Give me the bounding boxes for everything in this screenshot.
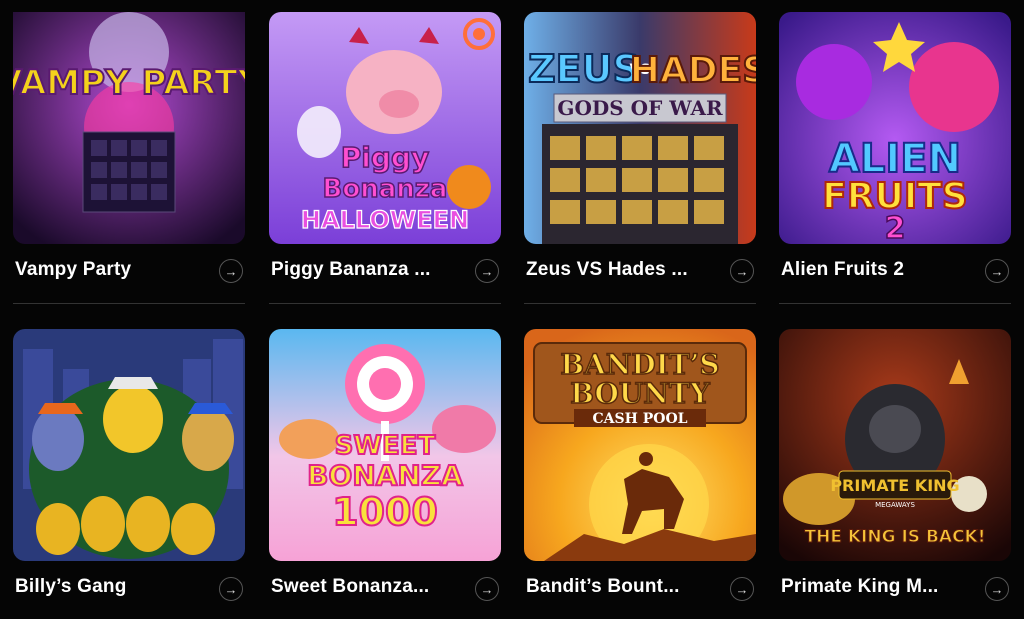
arrow-right-icon: →: [735, 581, 749, 597]
svg-text:MEGAWAYS: MEGAWAYS: [875, 501, 915, 509]
svg-text:Bonanza: Bonanza: [323, 174, 448, 204]
svg-text:2: 2: [885, 211, 906, 244]
svg-text:ZEUS: ZEUS: [528, 47, 640, 91]
open-game-button[interactable]: →: [475, 259, 499, 283]
svg-text:HALLOWEEN: HALLOWEEN: [301, 206, 469, 234]
arrow-right-icon: →: [990, 581, 1004, 597]
vampy-party-art[interactable]: VAMPY PARTY: [13, 12, 245, 244]
svg-text:CASH POOL: CASH POOL: [593, 411, 688, 427]
open-game-button[interactable]: →: [730, 577, 754, 601]
divider: [779, 303, 1011, 304]
svg-text:Piggy: Piggy: [341, 141, 429, 174]
bandits-bounty-art[interactable]: BANDIT’S BOUNTY CASH POOL: [524, 329, 756, 561]
svg-text:HADES: HADES: [630, 50, 756, 91]
divider: [524, 303, 756, 304]
game-title[interactable]: Alien Fruits 2: [781, 259, 904, 281]
game-grid: VAMPY PARTY Vampy Party → Piggy: [0, 0, 1024, 619]
open-game-button[interactable]: →: [985, 259, 1009, 283]
svg-text:1000: 1000: [332, 490, 438, 534]
billys-gang-art[interactable]: [13, 329, 245, 561]
svg-text:SWEET: SWEET: [335, 431, 436, 461]
arrow-right-icon: →: [735, 263, 749, 279]
game-title[interactable]: Piggy Bananza ...: [271, 259, 431, 281]
alien-fruits-art[interactable]: ALIEN FRUITS 2: [779, 12, 1011, 244]
game-title[interactable]: Zeus VS Hades ...: [526, 259, 688, 281]
arrow-right-icon: →: [480, 263, 494, 279]
arrow-right-icon: →: [224, 581, 238, 597]
open-game-button[interactable]: →: [475, 577, 499, 601]
arrow-right-icon: →: [224, 263, 238, 279]
sweet-bonanza-art[interactable]: SWEET BONANZA 1000: [269, 329, 501, 561]
svg-text:THE KING IS BACK!: THE KING IS BACK!: [805, 527, 986, 547]
arrow-right-icon: →: [480, 581, 494, 597]
divider: [269, 303, 501, 304]
open-game-button[interactable]: →: [730, 259, 754, 283]
game-title[interactable]: Sweet Bonanza...: [271, 576, 429, 598]
svg-text:GODS OF WAR: GODS OF WAR: [557, 96, 723, 120]
game-title[interactable]: Vampy Party: [15, 259, 131, 281]
arrow-right-icon: →: [990, 263, 1004, 279]
open-game-button[interactable]: →: [219, 577, 243, 601]
game-title[interactable]: Primate King M...: [781, 576, 939, 598]
primate-king-art[interactable]: PRIMATE KING MEGAWAYS THE KING IS BACK!: [779, 329, 1011, 561]
divider: [13, 303, 245, 304]
svg-text:VAMPY PARTY: VAMPY PARTY: [13, 63, 245, 103]
svg-text:BOUNTY: BOUNTY: [570, 377, 710, 410]
game-title[interactable]: Bandit’s Bount...: [526, 576, 680, 598]
zeus-vs-hades-art[interactable]: ZEUS VS HADES GODS OF WAR: [524, 12, 756, 244]
svg-text:BONANZA: BONANZA: [307, 459, 463, 492]
open-game-button[interactable]: →: [985, 577, 1009, 601]
game-title[interactable]: Billy’s Gang: [15, 576, 127, 598]
piggy-bonanza-art[interactable]: Piggy Bonanza HALLOWEEN: [269, 12, 501, 244]
svg-text:PRIMATE KING: PRIMATE KING: [830, 476, 959, 495]
open-game-button[interactable]: →: [219, 259, 243, 283]
